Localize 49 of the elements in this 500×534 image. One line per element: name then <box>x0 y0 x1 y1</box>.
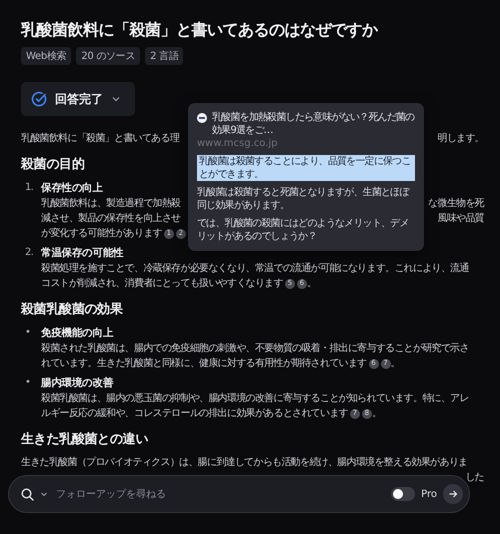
paragraph-text: れています。生きた乳酸菌と同様に、健康に対する有用性が期待されています <box>41 358 367 369</box>
paragraph-text: 殺菌処理を施すことで、冷蔵保存が必要なくなり、常温での流通が可能になります。これにより、流通 <box>41 262 469 276</box>
paragraph-text: 生きた乳酸菌（プロバイオティクス）は、腸に到達してからも活動を続け、腸内環境を整える効果がありま <box>21 456 468 470</box>
section-heading: 殺菌乳酸菌の効果 <box>21 301 123 319</box>
paragraph-text: した <box>465 471 484 485</box>
source-tag: 2 言語 <box>145 47 184 65</box>
source-tag: Web検索 <box>21 47 72 65</box>
submit-button[interactable] <box>443 484 463 504</box>
paragraph-text: が変化する可能性があります <box>41 228 162 239</box>
status-button[interactable]: 回答完了 <box>21 82 135 116</box>
list-marker: 1. <box>24 181 34 195</box>
paragraph-text: コストが削減され、消費者にとっても扱いやすくなります <box>41 278 283 289</box>
paragraph-text: 乳酸菌飲料は、製造過程で加熱殺 <box>41 196 181 211</box>
punctuation-text: 。 <box>372 408 382 419</box>
pro-label: Pro <box>421 488 437 500</box>
source-title[interactable]: 乳酸菌を加熱殺菌したら意味がない？死んだ菌の効果9選をご… <box>212 111 415 137</box>
list-marker: • <box>24 376 32 390</box>
list-marker: • <box>24 326 32 340</box>
item-title: 常温保存の可能性 <box>41 246 124 261</box>
caret-icon <box>111 94 121 104</box>
paragraph-text: な微生物を死 <box>428 196 484 211</box>
section-heading: 生きた乳酸菌との違い <box>21 431 148 449</box>
section-heading: 殺菌の目的 <box>21 156 85 174</box>
check-circle-icon <box>31 91 47 107</box>
search-icon[interactable] <box>21 488 34 500</box>
list-marker: 2. <box>24 246 34 260</box>
paragraph-text: 減させ、製品の保存性を向上させ <box>41 212 181 226</box>
caret-icon[interactable] <box>40 490 48 498</box>
paragraph-text: 明します。 <box>437 132 484 146</box>
paragraph-text: 風味や品質 <box>437 212 484 226</box>
source-tag: 20 のソース <box>76 47 140 65</box>
site-favicon-icon <box>197 113 207 123</box>
paragraph-text: ルギー反応の緩和や、コレステロールの排出に効果があるとされています <box>41 408 348 419</box>
excerpt-text: では、乳酸菌の殺菌にはどのようなメリット、デメリットがあるのでしょうか？ <box>197 217 410 243</box>
punctuation-text: 。 <box>306 278 316 289</box>
item-title: 免疫機能の向上 <box>41 326 114 341</box>
source-url: www.mcsg.co.jp <box>197 138 279 149</box>
punctuation-text: 。 <box>390 358 400 369</box>
question-title: 乳酸菌飲料に「殺菌」と書いてあるのはなぜですか <box>21 19 379 41</box>
paragraph-text: 殺菌された乳酸菌は、腸内での免疫細胞の刺激や、不要物質の吸着・排出に寄与することが研究で示さ <box>41 342 469 356</box>
follow-up-input[interactable]: フォローアップを尋ねる <box>54 488 386 500</box>
paragraph-text: 殺菌乳酸菌は、腸内の悪玉菌の抑制や、腸内環境の改善に寄与することが知られています。特に、アレ <box>41 392 469 406</box>
excerpt-text: 乳酸菌は殺菌すると死菌となりますが、生菌とほぼ同じ効果があります。 <box>197 186 410 212</box>
highlighted-text: 乳酸菌は殺菌することにより、品質を一定に保つことができます。 <box>197 155 415 181</box>
item-title: 腸内環境の改善 <box>41 376 114 391</box>
item-title: 保存性の向上 <box>41 181 103 196</box>
arrow-right-icon <box>448 489 458 499</box>
paragraph-text: 乳酸菌飲料に「殺菌」と書いてある理 <box>21 132 180 146</box>
pro-toggle[interactable] <box>391 487 416 501</box>
